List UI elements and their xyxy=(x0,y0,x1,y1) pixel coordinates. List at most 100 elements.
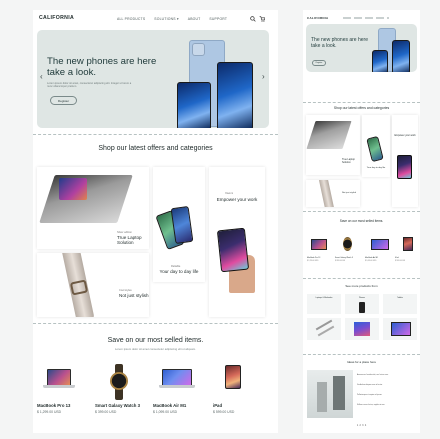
hero-title: The new phones are here take a look. xyxy=(47,56,157,78)
offer-card-laptop[interactable]: Silver edition True Laptop Solution xyxy=(37,167,149,249)
preview-offer-label: Not just stylish xyxy=(342,192,357,194)
preview-laptop-icon xyxy=(311,239,327,250)
preview-pagination: 1 2 3 4 xyxy=(356,424,367,427)
product-name[interactable]: iPad xyxy=(213,403,222,408)
preview-laptop-image xyxy=(391,322,411,336)
nav-link-about[interactable]: ABOUT xyxy=(188,17,201,21)
hero-subtitle: Lorem ipsum dolor sit amet, consectetur … xyxy=(47,82,132,89)
preview-laptop-image xyxy=(306,121,352,149)
preview-product-row: MacBook Pro 13 Smart Galaxy Watch 3 MacB… xyxy=(307,235,417,271)
preview-product-name: MacBook Pro 13 xyxy=(307,257,321,259)
product-name[interactable]: MacBook Air M1 xyxy=(153,403,186,408)
preview-ideas-line: Aenean nec faucibus dui, nec luctus nunc… xyxy=(357,374,389,376)
offer-card-phones[interactable]: Reliable Your day to day life xyxy=(153,167,205,282)
offer-card-title: Not just stylish xyxy=(119,293,149,298)
preview-phone-image xyxy=(359,302,365,313)
full-page-preview: CALIFORNIA The new phones are here take … xyxy=(303,10,420,433)
laptop-icon xyxy=(43,369,75,393)
preview-saved-title: Save on our most selled items. xyxy=(339,219,384,223)
preview-tablet-icon xyxy=(403,237,413,251)
divider-2 xyxy=(33,323,278,324)
preview-watch-image xyxy=(318,180,335,207)
hero-next-arrow[interactable]: › xyxy=(262,72,265,81)
preview-lamp-image xyxy=(317,382,327,412)
nav-links: ALL PRODUCTS SOLUTIONS ▾ ABOUT SUPPORT xyxy=(117,17,227,21)
product-card[interactable]: MacBook Air M1 $ 1,099.00 USD xyxy=(153,362,209,428)
product-name[interactable]: Smart Galaxy Watch 3 xyxy=(95,403,140,408)
preview-browse-tile: Tablets xyxy=(383,294,417,314)
preview-browse-label: Tablets xyxy=(397,297,403,299)
offer-card-tag: Silver edition xyxy=(117,231,132,234)
preview-browse-label: Laptops & Macbooks xyxy=(315,297,333,299)
preview-ideas-image xyxy=(307,370,353,418)
product-card[interactable]: iPad $ 599.00 USD xyxy=(213,362,269,428)
navbar: CALIFORNIA ALL PRODUCTS SOLUTIONS ▾ ABOU… xyxy=(33,10,278,28)
divider-1 xyxy=(33,134,278,135)
preview-offer-label: Your day to day life xyxy=(366,167,386,169)
preview-product-price: $ 1,099.00 USD xyxy=(365,261,377,262)
product-price: $ 1,299.00 USD xyxy=(37,410,62,414)
offer-phone-blue xyxy=(170,205,194,245)
offer-card-tag: Cool styles xyxy=(119,289,132,292)
brand-logo[interactable]: CALIFORNIA xyxy=(39,15,74,21)
preview-browse-grid: Laptops & Macbooks Phones Tablets xyxy=(307,294,417,352)
laptop-icon xyxy=(159,369,195,393)
product-price: $ 399.00 USD xyxy=(95,410,117,414)
preview-browse-tile: Phones xyxy=(345,294,379,314)
offers-title: Shop our latest offers and categories xyxy=(98,145,213,152)
preview-brand-logo: CALIFORNIA xyxy=(307,16,329,20)
product-price: $ 1,099.00 USD xyxy=(153,410,178,414)
preview-product-price: $ 1,299.00 USD xyxy=(307,261,319,262)
preview-phone-image xyxy=(366,135,384,163)
preview-offer-label: True Laptop Solution xyxy=(342,158,355,164)
preview-offer-tablet: Empower your work xyxy=(392,115,418,207)
nav-link-solutions[interactable]: SOLUTIONS ▾ xyxy=(154,17,178,21)
hero-phone-camera xyxy=(192,43,205,56)
preview-ideas-title: Ideas for a place here xyxy=(346,360,377,364)
offer-card-watch[interactable]: Cool styles Not just stylish xyxy=(37,253,149,317)
hero-banner: The new phones are here take a look. Lor… xyxy=(37,30,269,128)
product-card[interactable]: MacBook Pro 13 $ 1,299.00 USD xyxy=(37,362,93,428)
product-name[interactable]: MacBook Pro 13 xyxy=(37,403,70,408)
tablet-icon xyxy=(225,365,241,389)
product-price: $ 599.00 USD xyxy=(213,410,235,414)
nav-link-products[interactable]: ALL PRODUCTS xyxy=(117,17,145,21)
offer-card-tag: Reliable xyxy=(171,265,181,268)
preview-nav-links xyxy=(343,17,389,19)
offer-card-title: Your day to day life xyxy=(159,269,199,274)
preview-laptop-icon xyxy=(371,239,389,250)
search-icon[interactable] xyxy=(250,16,256,22)
preview-offer-laptop: True Laptop Solution xyxy=(306,115,360,175)
laptop-screen-image xyxy=(59,178,87,200)
preview-browse-tile xyxy=(345,318,379,340)
tablet-image xyxy=(216,227,250,273)
preview-product-price: $ 599.00 USD xyxy=(395,261,406,262)
preview-ideas-line: Vestibulum aliquam eros at lectus. xyxy=(357,384,383,386)
preview-browse-tile xyxy=(307,318,341,340)
preview-browse-label: Phones xyxy=(358,297,366,299)
hero-register-button[interactable]: Register xyxy=(50,96,77,105)
preview-hero: The new phones are here take a look. Reg… xyxy=(306,24,417,72)
preview-hero-button: Register xyxy=(312,60,326,66)
watch-icon xyxy=(109,364,129,400)
hero-prev-arrow[interactable]: ‹ xyxy=(40,72,43,81)
cart-icon[interactable] xyxy=(259,16,265,22)
offer-card-title: Empower your work xyxy=(216,197,258,202)
nav-link-support[interactable]: SUPPORT xyxy=(209,17,227,21)
preview-offer-phones: Your day to day life xyxy=(362,115,390,177)
preview-divider-3 xyxy=(303,278,420,279)
preview-phone-front xyxy=(392,40,410,72)
preview-offer-label: Empower your work xyxy=(394,134,416,137)
preview-product-name: MacBook Air M1 xyxy=(365,257,379,259)
hero-phone-front-right xyxy=(217,62,253,128)
product-card[interactable]: Smart Galaxy Watch 3 $ 399.00 USD xyxy=(95,362,151,428)
preview-divider-1 xyxy=(303,102,420,103)
offer-card-tag: Xiaomi xyxy=(225,192,233,195)
preview-product-name: Smart Galaxy Watch 3 xyxy=(335,257,353,259)
preview-ideas-line: Nullam a nunc luctus, sagittis mi non. xyxy=(357,404,385,406)
offer-card-tablet[interactable]: Xiaomi Empower your work xyxy=(209,167,265,317)
preview-speaker-image xyxy=(333,376,345,410)
preview-offer-watch: Not just stylish xyxy=(306,180,360,207)
preview-offers-title: Shop our latest offers and categories xyxy=(333,106,390,110)
preview-laptop-image xyxy=(354,322,370,336)
